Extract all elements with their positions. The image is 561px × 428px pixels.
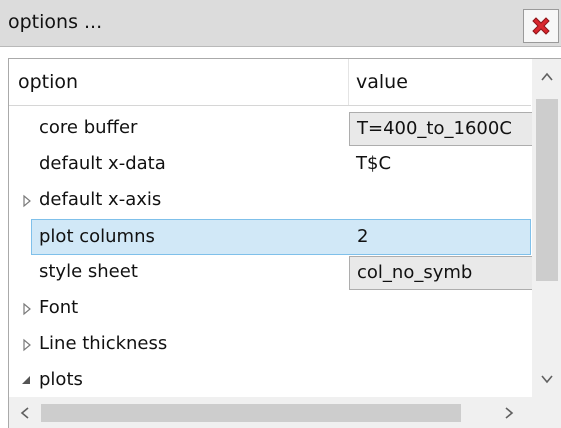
horizontal-scroll-thumb[interactable] [41, 404, 461, 422]
column-header-option[interactable]: option [18, 71, 78, 93]
title-bar: options ... [0, 0, 561, 47]
grid-row-style-sheet[interactable]: style sheet col_no_symb [9, 255, 539, 291]
column-header-value[interactable]: value [356, 71, 408, 93]
row-label: Line thickness [39, 333, 168, 354]
grid-row-line-thickness[interactable]: Line thickness [9, 327, 531, 363]
close-x-icon [532, 17, 550, 35]
chevron-down-icon[interactable] [539, 371, 555, 387]
chevron-right-icon[interactable] [501, 405, 517, 421]
grid-row-default-x-axis[interactable]: default x-axis [9, 183, 531, 219]
triangle-right-icon[interactable] [20, 302, 34, 316]
grid-row-default-x-data[interactable]: default x-data T$C [9, 147, 531, 183]
row-label: core buffer [39, 117, 138, 138]
chevron-up-icon[interactable] [539, 69, 555, 85]
column-divider[interactable] [348, 59, 349, 105]
row-label: default x-data [39, 153, 166, 174]
options-window: options ... option value core buffer T=4… [0, 0, 561, 428]
row-value[interactable]: 2 [357, 226, 368, 247]
options-grid: option value core buffer T=400_to_1600C … [8, 58, 561, 428]
grid-row-plot-columns[interactable]: plot columns 2 [31, 219, 531, 255]
dropdown-value: col_no_symb [357, 262, 473, 283]
window-title: options ... [8, 11, 103, 33]
row-label: Font [39, 297, 79, 318]
row-value[interactable]: T$C [356, 153, 391, 174]
grid-row-core-buffer[interactable]: core buffer T=400_to_1600C [9, 111, 539, 147]
triangle-right-icon[interactable] [20, 338, 34, 352]
horizontal-scrollbar[interactable] [9, 397, 532, 428]
grid-row-plots[interactable]: plots [9, 363, 531, 399]
dropdown-value: T=400_to_1600C [357, 118, 512, 139]
row-label: plots [39, 369, 83, 390]
row-label: style sheet [39, 261, 138, 282]
triangle-down-icon[interactable] [19, 373, 33, 387]
chevron-left-icon[interactable] [17, 405, 33, 421]
triangle-right-icon[interactable] [20, 194, 34, 208]
vertical-scroll-thumb[interactable] [536, 99, 558, 281]
row-label: plot columns [39, 226, 155, 247]
grid-header: option value [9, 59, 531, 106]
grid-row-font[interactable]: Font [9, 291, 531, 327]
core-buffer-dropdown[interactable]: T=400_to_1600C [349, 112, 539, 146]
close-button[interactable] [523, 9, 559, 43]
style-sheet-dropdown[interactable]: col_no_symb [349, 256, 539, 290]
scrollbar-corner [532, 397, 561, 428]
row-label: default x-axis [39, 189, 162, 210]
vertical-scrollbar[interactable] [532, 59, 561, 399]
